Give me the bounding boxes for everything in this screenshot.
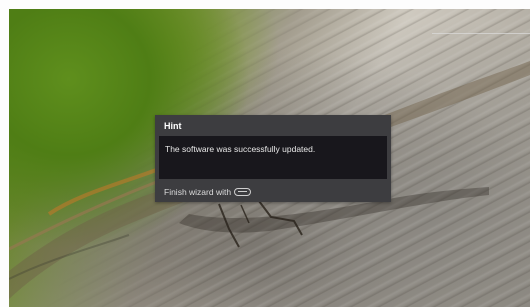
hint-message-panel: The software was successfully updated. (159, 136, 387, 179)
hint-footer: Finish wizard with (164, 187, 252, 197)
hint-message: The software was successfully updated. (165, 144, 316, 154)
hint-dialog: Hint The software was successfully updat… (155, 115, 391, 202)
screen: Hint The software was successfully updat… (0, 0, 530, 307)
divider (432, 33, 530, 34)
hint-title: Hint (164, 121, 182, 131)
key-icon[interactable] (234, 188, 252, 196)
finish-wizard-label: Finish wizard with (164, 187, 232, 197)
